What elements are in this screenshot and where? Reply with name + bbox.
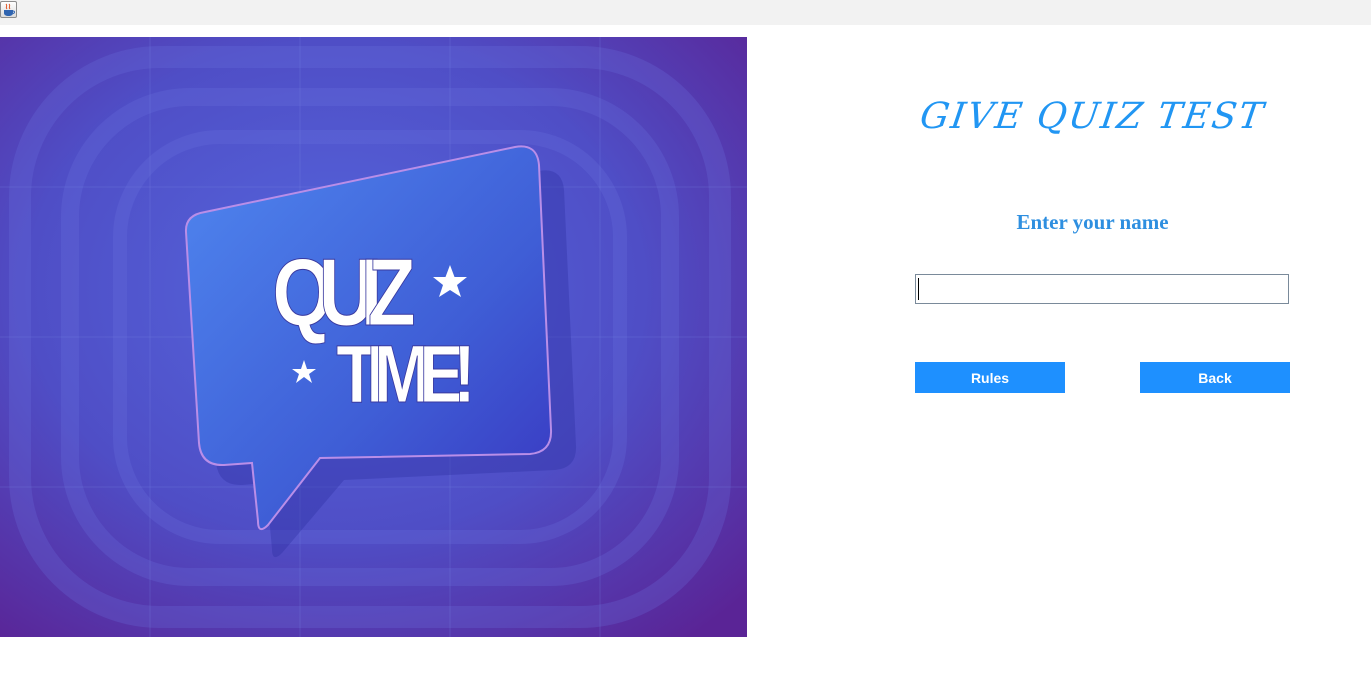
star-icon (433, 265, 467, 297)
window-titlebar (0, 0, 1371, 25)
rules-button[interactable]: Rules (915, 362, 1065, 393)
java-coffee-cup-icon[interactable] (0, 1, 17, 18)
name-label: Enter your name (1016, 210, 1169, 234)
name-input[interactable] (915, 274, 1289, 304)
text-caret (918, 278, 919, 300)
quiz-time-lettering: QUIZ TIME! (272, 238, 476, 420)
page-title: GIVE QUIZ TEST (917, 96, 1268, 137)
star-icon (292, 360, 316, 383)
hero-line-time: TIME! (336, 328, 475, 420)
back-button[interactable]: Back (1140, 362, 1290, 393)
